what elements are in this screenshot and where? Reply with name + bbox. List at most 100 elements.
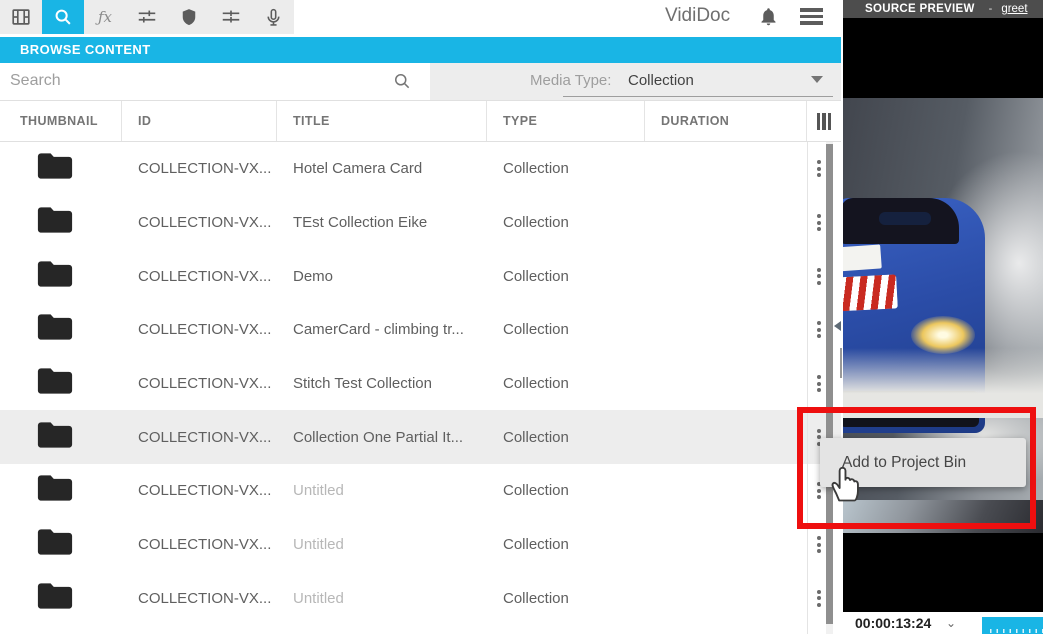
row-type: Collection — [487, 321, 645, 338]
search-input[interactable] — [10, 66, 410, 96]
chevron-down-icon[interactable] — [811, 76, 823, 83]
row-title: TEst Collection Eike — [277, 214, 487, 231]
collapse-panel-arrow-icon[interactable] — [834, 321, 841, 331]
video-preview — [843, 18, 1043, 612]
row-id: COLLECTION-VX... — [122, 160, 277, 177]
tool-strip: ƒx — [0, 0, 294, 34]
scrollbar-thumb[interactable] — [826, 144, 833, 624]
search-icon[interactable] — [42, 0, 84, 34]
folder-icon — [36, 599, 74, 616]
shield-icon[interactable] — [168, 0, 210, 34]
media-type-value: Collection — [628, 72, 694, 89]
table-row[interactable]: COLLECTION-VX... CamerCard - climbing tr… — [0, 303, 841, 357]
row-type: Collection — [487, 482, 645, 499]
thumbnail-cell — [0, 150, 122, 187]
search-icon[interactable] — [392, 71, 412, 96]
folder-icon — [36, 438, 74, 455]
thumbnail-cell — [0, 526, 122, 563]
row-title: Untitled — [277, 590, 487, 607]
row-type: Collection — [487, 429, 645, 446]
column-header-duration[interactable]: DURATION — [645, 101, 807, 141]
thumbnail-cell — [0, 204, 122, 241]
tune-icon[interactable] — [126, 0, 168, 34]
source-preview-title: SOURCE PREVIEW — [865, 3, 975, 15]
row-title: Untitled — [277, 482, 487, 499]
table-body: COLLECTION-VX... Hotel Camera Card Colle… — [0, 142, 841, 634]
row-title: Stitch Test Collection — [277, 375, 487, 392]
row-type: Collection — [487, 268, 645, 285]
row-title: Untitled — [277, 536, 487, 553]
pane-divider-handle[interactable] — [840, 348, 842, 378]
folder-icon — [36, 545, 74, 562]
source-preview-pane: SOURCE PREVIEW - greet 00:00:13:24 ⌄ — [843, 0, 1043, 634]
table-row[interactable]: COLLECTION-VX... Hotel Camera Card Colle… — [0, 142, 841, 196]
thumbnail-cell — [0, 365, 122, 402]
search-box — [0, 63, 430, 100]
row-id: COLLECTION-VX... — [122, 268, 277, 285]
media-type-label: Media Type: — [530, 72, 611, 89]
source-preview-header: SOURCE PREVIEW - greet — [843, 0, 1043, 18]
row-type: Collection — [487, 375, 645, 392]
browse-content-header: BROWSE CONTENT — [0, 37, 841, 63]
thumbnail-cell — [0, 580, 122, 617]
timeline-button[interactable] — [982, 617, 1043, 634]
player-controls: 00:00:13:24 ⌄ — [843, 612, 1043, 634]
adjust-icon[interactable] — [210, 0, 252, 34]
hand-cursor-icon — [826, 462, 864, 509]
menu-icon[interactable] — [800, 8, 823, 25]
app-title: VidiDoc — [665, 5, 730, 27]
thumbnail-cell — [0, 258, 122, 295]
row-type: Collection — [487, 590, 645, 607]
media-type-select[interactable]: Media Type: Collection — [430, 63, 841, 100]
film-panel-icon[interactable] — [0, 0, 42, 34]
timecode-chevron-icon[interactable]: ⌄ — [946, 616, 956, 630]
table-row[interactable]: COLLECTION-VX... Untitled Collection — [0, 464, 841, 518]
row-title: Demo — [277, 268, 487, 285]
bell-icon[interactable] — [758, 6, 779, 32]
table-row[interactable]: COLLECTION-VX... Untitled Collection — [0, 572, 841, 626]
column-header-id[interactable]: ID — [122, 101, 277, 141]
row-type: Collection — [487, 160, 645, 177]
table-scrollbar — [826, 142, 833, 634]
column-header-title[interactable]: TITLE — [277, 101, 487, 141]
folder-icon — [36, 330, 74, 347]
source-item-link[interactable]: greet — [1001, 3, 1027, 15]
timecode-display: 00:00:13:24 — [855, 615, 931, 631]
row-id: COLLECTION-VX... — [122, 375, 277, 392]
table-header: THUMBNAIL ID TITLE TYPE DURATION — [0, 100, 841, 142]
folder-icon — [36, 491, 74, 508]
table-row[interactable]: COLLECTION-VX... Demo Collection — [0, 249, 841, 303]
row-id: COLLECTION-VX... — [122, 482, 277, 499]
thumbnail-cell — [0, 472, 122, 509]
header-separator: - — [989, 3, 993, 15]
microphone-icon[interactable] — [252, 0, 294, 34]
row-id: COLLECTION-VX... — [122, 321, 277, 338]
row-type: Collection — [487, 536, 645, 553]
thumbnail-cell — [0, 311, 122, 348]
effects-icon[interactable]: ƒx — [84, 0, 126, 34]
folder-icon — [36, 223, 74, 240]
table-row[interactable]: COLLECTION-VX... Stitch Test Collection … — [0, 357, 841, 411]
folder-icon — [36, 169, 74, 186]
top-toolbar: ƒx — [0, 0, 843, 34]
row-title: Hotel Camera Card — [277, 160, 487, 177]
vididoc-app: ƒx — [0, 0, 1043, 634]
filter-row: Media Type: Collection — [0, 63, 841, 100]
row-title: Collection One Partial It... — [277, 429, 487, 446]
table-row[interactable]: COLLECTION-VX... TEst Collection Eike Co… — [0, 196, 841, 250]
column-header-type[interactable]: TYPE — [487, 101, 645, 141]
table-row[interactable]: COLLECTION-VX... Untitled Collection — [0, 518, 841, 572]
folder-icon — [36, 277, 74, 294]
row-id: COLLECTION-VX... — [122, 590, 277, 607]
row-title: CamerCard - climbing tr... — [277, 321, 487, 338]
row-type: Collection — [487, 214, 645, 231]
table-row[interactable]: COLLECTION-VX... Collection One Partial … — [0, 410, 841, 464]
thumbnail-cell — [0, 419, 122, 456]
video-lower-scene — [843, 500, 1043, 533]
column-picker-icon[interactable] — [807, 113, 841, 130]
row-id: COLLECTION-VX... — [122, 429, 277, 446]
row-id: COLLECTION-VX... — [122, 214, 277, 231]
row-id: COLLECTION-VX... — [122, 536, 277, 553]
folder-icon — [36, 384, 74, 401]
column-header-thumbnail[interactable]: THUMBNAIL — [0, 101, 122, 141]
